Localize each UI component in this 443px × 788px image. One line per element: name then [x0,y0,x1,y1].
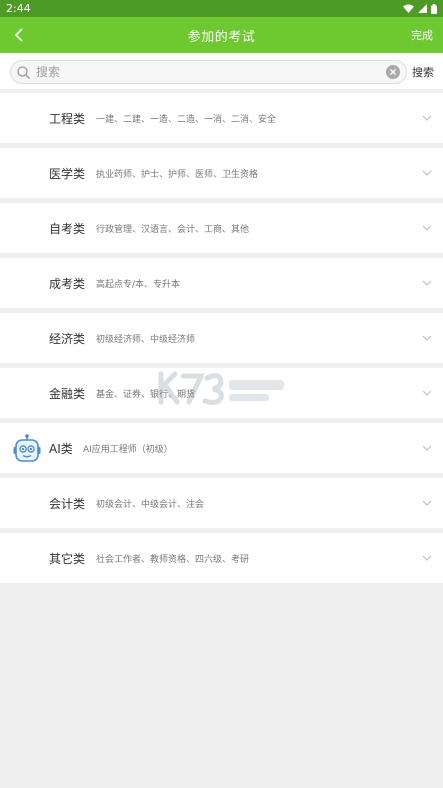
category-name: 工程类 [49,111,86,126]
category-row-ai[interactable]: AI类 AI应用工程师（初级） [0,423,443,473]
category-row-engineering[interactable]: 工程类 一建、二建、一造、二造、一消、二消、安全 [0,93,443,143]
category-row-self-study[interactable]: 自考类 行政管理、汉语言、会计、工商、其他 [0,203,443,253]
chevron-down-icon [422,170,432,176]
done-button[interactable]: 完成 [411,17,433,53]
chevron-down-icon [422,225,432,231]
chevron-down-icon [422,280,432,286]
clear-button[interactable] [386,65,400,79]
category-desc: 行政管理、汉语言、会计、工商、其他 [96,224,250,235]
category-desc: 一建、二建、一造、二造、一消、二消、安全 [96,114,277,125]
category-name: AI类 [49,441,73,456]
robot-icon [13,434,41,462]
search-input[interactable] [36,62,386,82]
page-title: 参加的考试 [187,29,256,45]
battery-icon [431,3,437,14]
search-box [10,60,407,84]
search-icon [17,65,30,79]
category-desc: 社会工作者、教师资格、四六级、考研 [96,554,250,565]
category-row-economics[interactable]: 经济类 初级经济师、中级经济师 [0,313,443,363]
category-name: 其它类 [49,551,86,566]
category-name: 医学类 [49,166,86,181]
chevron-down-icon [422,335,432,341]
status-time: 2:44 [6,2,31,15]
category-name: 自考类 [49,221,86,236]
back-button[interactable] [6,21,32,49]
category-row-accounting[interactable]: 会计类 初级会计、中级会计、注会 [0,478,443,528]
chevron-down-icon [422,500,432,506]
category-name: 经济类 [49,331,86,346]
search-button[interactable]: 搜索 [412,60,434,84]
category-row-other[interactable]: 其它类 社会工作者、教师资格、四六级、考研 [0,533,443,583]
signal-icon [418,4,427,13]
status-bar: 2:44 [0,0,443,17]
clear-icon [390,69,396,75]
category-name: 成考类 [49,276,86,291]
chevron-down-icon [422,445,432,451]
category-row-adult-exam[interactable]: 成考类 高起点专/本、专升本 [0,258,443,308]
category-name: 金融类 [49,386,86,401]
category-desc: 初级会计、中级会计、注会 [96,499,205,510]
category-row-medical[interactable]: 医学类 执业药师、护士、护师、医师、卫生资格 [0,148,443,198]
chevron-down-icon [422,115,432,121]
category-desc: AI应用工程师（初级） [83,444,173,455]
category-row-finance[interactable]: 金融类 基金、证券、银行、期货 [0,368,443,418]
app-header: 参加的考试 完成 [0,17,443,53]
category-desc: 初级经济师、中级经济师 [96,334,196,345]
category-desc: 高起点专/本、专升本 [96,279,181,290]
chevron-down-icon [422,390,432,396]
category-desc: 执业药师、护士、护师、医师、卫生资格 [96,169,259,180]
category-desc: 基金、证券、银行、期货 [96,389,196,400]
category-name: 会计类 [49,496,86,511]
status-icons [403,3,437,14]
chevron-down-icon [422,555,432,561]
wifi-icon [403,4,414,13]
search-bar: 搜索 [0,53,443,89]
chevron-left-icon [14,28,23,42]
